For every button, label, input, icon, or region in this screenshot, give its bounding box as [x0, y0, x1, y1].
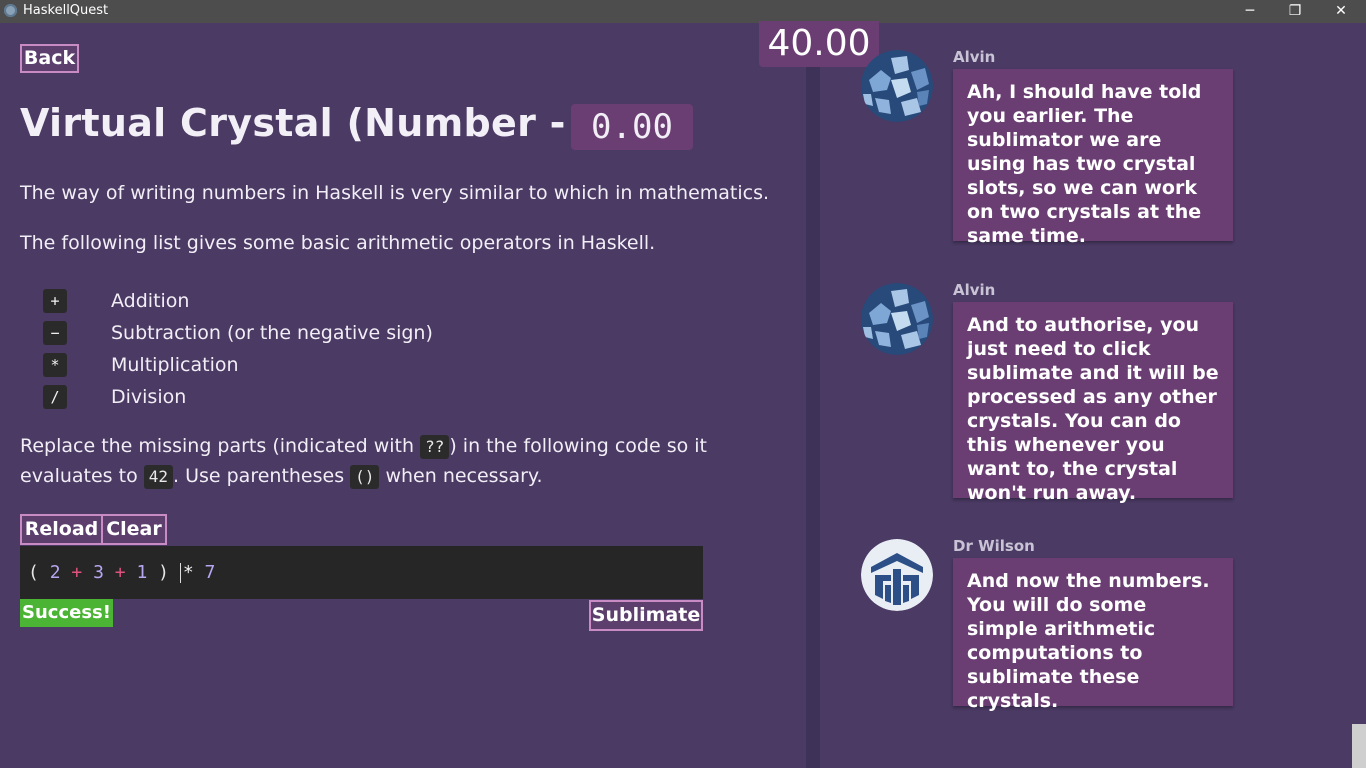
intro-paragraph: The way of writing numbers in Haskell is…	[20, 182, 770, 204]
crystal-avatar-icon	[861, 283, 933, 355]
window-title: HaskellQuest	[23, 3, 109, 18]
operator-label: Multiplication	[111, 354, 239, 376]
message-author: Alvin	[953, 281, 996, 299]
crystal-score: 0.00	[571, 104, 693, 150]
title-bar: HaskellQuest ─ ❐ ✕	[0, 0, 1366, 23]
clear-button[interactable]: Clear	[101, 514, 167, 545]
operator-label: Subtraction (or the negative sign)	[111, 322, 433, 344]
lesson-panel: Back Virtual Crystal (Number - 0) 0.00 T…	[0, 23, 806, 768]
operator-label: Addition	[111, 290, 190, 312]
operator-label: Division	[111, 386, 187, 408]
code-token: +	[114, 562, 126, 583]
reload-button[interactable]: Reload	[20, 514, 103, 545]
instruction-text: when necessary.	[379, 465, 543, 487]
code-token: 1	[136, 562, 148, 583]
success-badge: Success!	[20, 599, 113, 627]
parentheses-chip: ()	[350, 465, 380, 489]
missing-placeholder-chip: ??	[420, 435, 450, 459]
code-token: 3	[93, 562, 104, 583]
maximize-button[interactable]: ❐	[1272, 0, 1318, 23]
target-value-chip: 42	[143, 465, 173, 489]
chat-message: And to authorise, you just need to click…	[953, 302, 1233, 504]
instruction-line-2: evaluates to 42. Use parentheses () when…	[20, 461, 543, 491]
operator-symbol: /	[43, 385, 67, 409]
operator-symbol: −	[43, 321, 67, 345]
app-icon	[4, 4, 17, 17]
page-title: Virtual Crystal (Number - 0)	[20, 101, 624, 145]
operator-symbol: +	[43, 289, 67, 313]
scrollbar-thumb[interactable]	[1352, 724, 1366, 768]
crystal-avatar-icon	[861, 50, 933, 122]
total-score: 40.00	[759, 21, 879, 67]
code-token: )	[158, 562, 169, 583]
text-caret	[179, 563, 181, 583]
minimize-button[interactable]: ─	[1227, 0, 1273, 23]
code-editor[interactable]: ( 2 + 3 + 1 ) * 7	[20, 546, 703, 599]
code-token: (	[28, 562, 39, 583]
operators-intro: The following list gives some basic arit…	[20, 232, 656, 254]
message-author: Alvin	[953, 48, 996, 66]
robot-avatar-icon	[861, 539, 933, 611]
chat-scrollbar[interactable]	[1352, 23, 1366, 768]
instruction-text: . Use parentheses	[173, 465, 351, 487]
code-line[interactable]: ( 2 + 3 + 1 ) * 7	[28, 546, 215, 599]
code-token: 2	[49, 562, 61, 583]
close-button[interactable]: ✕	[1318, 0, 1364, 23]
code-token: +	[71, 562, 83, 583]
instruction-text: evaluates to	[20, 465, 144, 487]
code-token: 7	[204, 562, 216, 583]
instruction-text: ) in the following code so it	[449, 435, 707, 457]
panel-divider[interactable]	[806, 23, 820, 768]
chat-message: Ah, I should have told you earlier. The …	[953, 69, 1233, 247]
chat-message: And now the numbers. You will do some si…	[953, 558, 1233, 712]
sublimate-button[interactable]: Sublimate	[589, 600, 703, 631]
back-button[interactable]: Back	[20, 44, 79, 73]
operator-symbol: *	[43, 353, 67, 377]
instruction-line-1: Replace the missing parts (indicated wit…	[20, 431, 707, 461]
message-author: Dr Wilson	[953, 537, 1035, 555]
instruction-text: Replace the missing parts (indicated wit…	[20, 435, 421, 457]
code-token: *	[182, 562, 194, 583]
